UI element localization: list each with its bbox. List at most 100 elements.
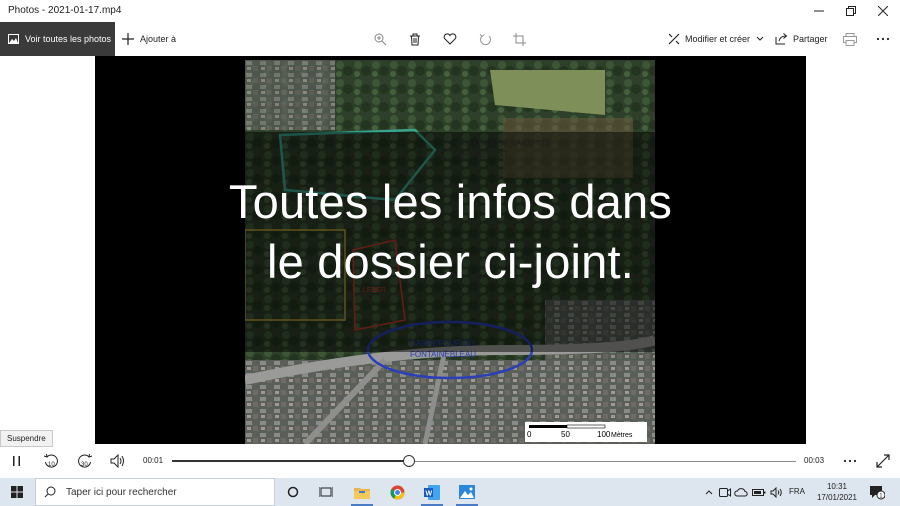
edit-create-icon [668, 33, 680, 45]
window-title: Photos - 2021-01-17.mp4 [8, 5, 122, 16]
seek-progress [172, 460, 410, 462]
rewind-button[interactable]: 10 [42, 452, 60, 470]
rotate-icon [479, 33, 491, 45]
overlay-caption-line2: le dossier ci-joint. [266, 235, 635, 288]
windows-taskbar: Taper ici pour rechercher W FRA 10:31 17… [0, 478, 900, 506]
tray-onedrive[interactable] [734, 486, 748, 498]
overlay-caption-line1: Toutes les infos dans [228, 175, 673, 228]
taskbar-chrome[interactable] [382, 478, 412, 506]
chevron-up-icon [705, 490, 713, 495]
forward-button[interactable]: 30 [76, 452, 94, 470]
favorite-button[interactable] [442, 31, 458, 47]
volume-button[interactable] [109, 452, 127, 470]
view-all-label: Voir toutes les photos [25, 34, 112, 44]
folder-icon [354, 487, 370, 499]
scale-tick-50: 50 [561, 430, 570, 439]
edit-create-label: Modifier et créer [685, 34, 751, 44]
forward-30-icon: 30 [78, 453, 93, 468]
scale-tick-100: 100 [597, 430, 611, 439]
zoom-button[interactable] [372, 31, 388, 47]
taskbar-search-box[interactable]: Taper ici pour rechercher [35, 478, 275, 506]
overlay-caption: Toutes les infos dans le dossier ci-join… [95, 172, 806, 292]
svg-text:W: W [426, 490, 433, 497]
more-icon [876, 37, 890, 41]
restore-button[interactable] [834, 0, 868, 22]
onedrive-icon [734, 488, 748, 497]
photos-app-window: Photos - 2021-01-17.mp4 Voir toutes les … [0, 0, 900, 506]
clock-date: 17/01/2021 [816, 493, 858, 502]
add-to-label: Ajouter à [140, 34, 177, 44]
fullscreen-icon [876, 454, 890, 468]
tray-meet-now[interactable] [718, 486, 732, 498]
view-all-photos-button[interactable]: Voir toutes les photos [0, 22, 115, 56]
task-view-icon [319, 487, 333, 497]
print-button[interactable] [842, 31, 858, 47]
tray-battery[interactable] [752, 486, 766, 498]
chrome-icon [390, 485, 404, 499]
more-icon [843, 459, 857, 463]
share-button[interactable]: Partager [775, 22, 828, 56]
meet-now-icon [719, 487, 731, 497]
action-center-button[interactable]: 1 [869, 484, 886, 500]
add-to-button[interactable]: Ajouter à [122, 22, 176, 56]
scale-unit: Mètres [611, 432, 633, 439]
trash-icon [410, 33, 420, 45]
photos-app-icon [459, 485, 475, 499]
plus-icon [122, 33, 134, 45]
share-label: Partager [793, 34, 828, 44]
cortana-icon [287, 486, 299, 498]
restore-icon [846, 6, 856, 16]
pause-button[interactable] [8, 452, 26, 470]
current-time: 00:01 [143, 456, 164, 465]
battery-icon [752, 488, 766, 496]
printer-icon [843, 32, 857, 46]
clock-time: 10:31 [826, 482, 848, 491]
minimize-icon [814, 10, 824, 12]
more-options-button[interactable] [875, 31, 891, 47]
total-time: 00:03 [804, 456, 825, 465]
edit-create-button[interactable]: Modifier et créer [668, 22, 765, 56]
task-view-button[interactable] [311, 478, 341, 506]
heart-icon [443, 33, 457, 45]
pause-tooltip: Suspendre [0, 430, 53, 447]
search-placeholder: Taper ici pour rechercher [66, 486, 177, 498]
crop-button[interactable] [511, 31, 527, 47]
playback-controls: 10 30 00:01 00:03 [0, 444, 900, 478]
rewind-label: 10 [48, 462, 55, 468]
pause-icon [13, 456, 20, 466]
share-icon [775, 33, 788, 45]
fullscreen-button[interactable] [874, 452, 892, 470]
title-bar: Photos - 2021-01-17.mp4 [0, 0, 900, 22]
zoom-icon [374, 33, 386, 45]
tray-overflow-button[interactable] [702, 486, 716, 498]
close-button[interactable] [866, 0, 900, 22]
photos-icon [8, 34, 19, 44]
notification-icon: 1 [870, 486, 886, 500]
more-playback-options-button[interactable] [841, 452, 859, 470]
start-button[interactable] [0, 478, 34, 506]
cortana-button[interactable] [278, 478, 308, 506]
volume-icon [110, 454, 124, 468]
scale-tick-0: 0 [527, 430, 532, 439]
crop-icon [512, 32, 526, 46]
map-scale-bar: 0 50 100 Mètres [525, 422, 647, 442]
speaker-icon [770, 486, 782, 498]
chevron-down-icon [756, 36, 764, 41]
taskbar-photos[interactable] [452, 478, 482, 506]
windows-logo-icon [11, 486, 23, 498]
delete-button[interactable] [407, 31, 423, 47]
system-clock[interactable]: 10:31 17/01/2021 [812, 481, 862, 503]
seek-thumb[interactable] [403, 455, 416, 467]
toolbar: Voir toutes les photos Ajouter à Modifie… [0, 22, 900, 56]
taskbar-word[interactable]: W [417, 478, 447, 506]
rewind-10-icon: 10 [43, 453, 58, 468]
taskbar-file-explorer[interactable] [347, 478, 377, 506]
minimize-button[interactable] [802, 0, 836, 22]
search-icon [44, 486, 56, 498]
input-language[interactable]: FRA [789, 487, 805, 496]
video-player[interactable]: COLLEGE DE NAIMETTE XHOVEMONT CARREFOUR … [95, 56, 806, 444]
word-icon: W [424, 484, 440, 500]
tray-volume[interactable] [769, 486, 783, 498]
rotate-button[interactable] [477, 31, 493, 47]
close-icon [878, 6, 888, 16]
